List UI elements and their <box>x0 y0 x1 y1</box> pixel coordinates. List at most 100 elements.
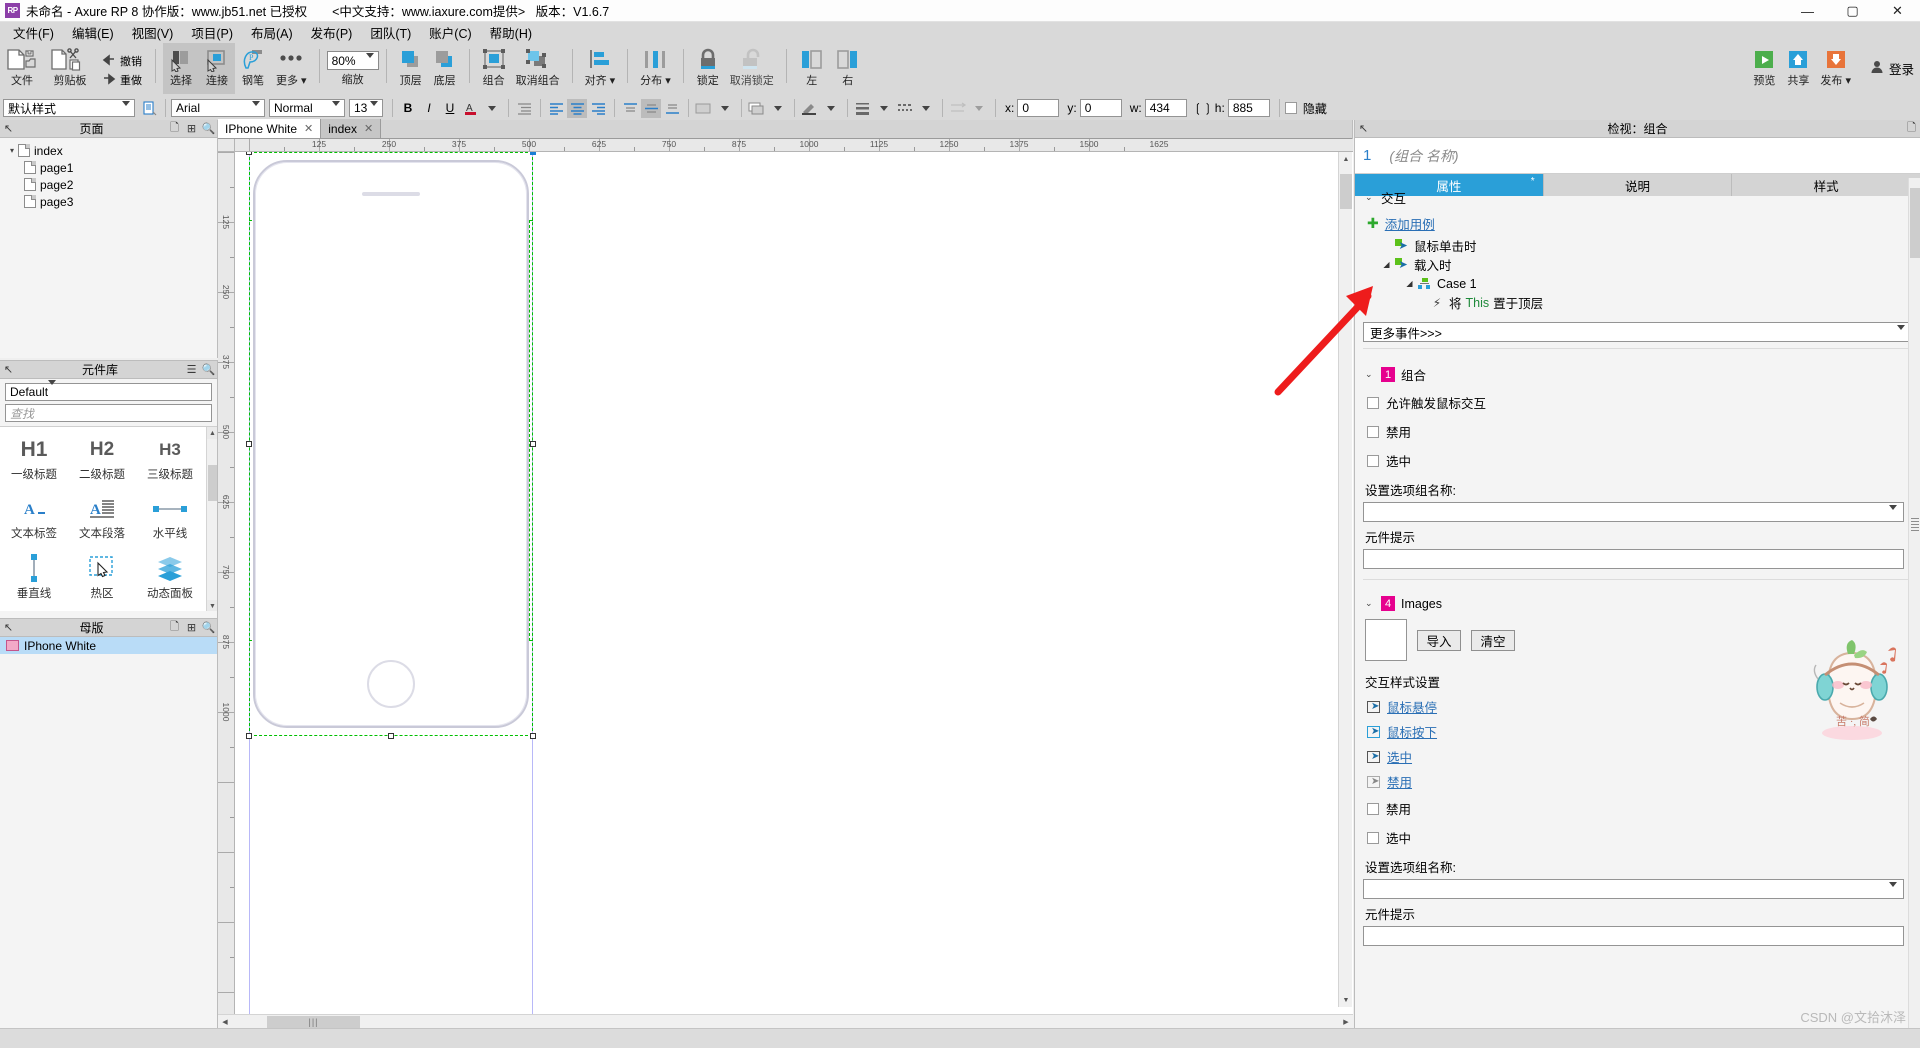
collapse-arrow-icon[interactable]: ↖ <box>0 363 17 376</box>
search-icon[interactable]: 🔍 <box>200 621 217 634</box>
widget-hotspot[interactable]: 热区 <box>68 552 136 609</box>
images-section-header[interactable]: ⌄ 4 Images <box>1363 592 1912 615</box>
toolbar-file-button[interactable]: 文件 <box>0 43 44 94</box>
library-scroll-thumb[interactable] <box>208 465 217 501</box>
hscroll-track[interactable]: ||| <box>232 1015 1339 1029</box>
iphone-white-frame[interactable] <box>253 160 529 728</box>
scroll-right-icon[interactable]: ▶ <box>1339 1015 1353 1029</box>
widget-text-paragraph[interactable]: A 文本段落 <box>68 492 136 549</box>
scroll-down-icon[interactable]: ▼ <box>207 600 217 611</box>
zoom-select[interactable]: 80% <box>326 51 379 72</box>
x-input[interactable]: 0 <box>1017 99 1060 117</box>
event-row-onload[interactable]: ◢ ➤ 载入时 <box>1363 255 1912 274</box>
edit-style-button[interactable] <box>139 99 159 118</box>
resize-handle-bottom-center[interactable] <box>388 733 394 739</box>
maximize-button[interactable]: ▢ <box>1830 0 1875 22</box>
line-color-button[interactable] <box>800 99 820 118</box>
valign-bottom-button[interactable] <box>662 99 682 118</box>
italic-button[interactable]: I <box>419 99 439 118</box>
scroll-up-icon[interactable]: ▲ <box>1339 152 1353 166</box>
resize-handle-mid-left[interactable] <box>246 441 252 447</box>
toolbar-more-tools-button[interactable]: 更多 ▾ <box>271 43 312 94</box>
add-folder-icon[interactable]: ⊞ <box>183 122 200 135</box>
interaction-section-header[interactable]: ⌄ 交互 <box>1363 184 1912 211</box>
font-weight-select[interactable]: Normal <box>269 99 345 120</box>
tab-index[interactable]: index ✕ <box>321 119 382 138</box>
widget-h2[interactable]: H2 二级标题 <box>68 433 136 490</box>
page-item-index[interactable]: ▾ index <box>0 142 217 159</box>
close-icon[interactable]: ✕ <box>364 122 373 135</box>
resize-handle-top-right[interactable] <box>530 152 536 155</box>
search-icon[interactable]: 🔍 <box>200 363 217 376</box>
checkbox-row-images-selected[interactable]: 选中 <box>1363 823 1912 852</box>
canvas-horizontal-scrollbar[interactable]: ◀ ||| ▶ <box>218 1014 1353 1028</box>
w-input[interactable]: 434 <box>1144 99 1187 117</box>
toolbar-left-panel-button[interactable]: 左 <box>794 43 830 94</box>
font-family-select[interactable]: Arial <box>171 99 265 120</box>
option-group-select[interactable] <box>1363 502 1904 524</box>
font-color-button[interactable]: A <box>461 99 481 118</box>
toolbar-align-button[interactable]: 对齐 ▾ <box>580 43 621 94</box>
checkbox-row-disabled[interactable]: 禁用 <box>1363 417 1912 446</box>
page-item-page2[interactable]: page2 <box>0 176 217 193</box>
canvas-vertical-scrollbar[interactable]: ▲ ▼ <box>1338 152 1352 1007</box>
toolbar-distribute-button[interactable]: 分布 ▾ <box>635 43 676 94</box>
collapse-arrow-icon[interactable]: ↖ <box>1355 122 1372 135</box>
widget-name-input[interactable]: (组合 名称) <box>1389 146 1458 166</box>
checkbox-row-allow-mouse[interactable]: 允许触发鼠标交互 <box>1363 388 1912 417</box>
widget-text-label[interactable]: A 文本标签 <box>0 492 68 549</box>
horizontal-ruler[interactable]: 125 250 375 500 625 750 875 1000 1125 1250 1375 150… <box>235 139 1353 152</box>
menu-item-publish[interactable]: 发布(P) <box>302 21 362 44</box>
widget-horizontal-line[interactable]: 水平线 <box>136 492 204 549</box>
image-preview-box[interactable] <box>1365 619 1407 661</box>
toolbar-unlock-button[interactable]: 取消锁定 <box>725 43 779 94</box>
library-options-icon[interactable]: ☰ <box>183 363 200 376</box>
line-width-button[interactable] <box>853 99 873 118</box>
scroll-down-icon[interactable]: ▼ <box>1339 993 1353 1007</box>
toolbar-login-button[interactable]: 登录 <box>1870 43 1914 78</box>
bold-button[interactable]: B <box>398 99 418 118</box>
toolbar-bring-to-front-button[interactable]: 顶层 <box>394 43 428 94</box>
twisty-icon[interactable]: ▾ <box>6 146 18 155</box>
line-width-dropdown[interactable] <box>874 99 894 118</box>
toolbar-pen-tool[interactable]: P 钢笔 <box>235 43 271 94</box>
event-row-case1[interactable]: ◢ Case 1 <box>1363 274 1912 293</box>
search-icon[interactable]: 🔍 <box>200 122 217 135</box>
canvas-vscroll-thumb[interactable] <box>1340 174 1352 209</box>
widget-vertical-line[interactable]: 垂直线 <box>0 552 68 609</box>
line-style-button[interactable] <box>895 99 915 118</box>
scroll-left-icon[interactable]: ◀ <box>218 1015 232 1029</box>
group-section-header[interactable]: ⌄ 1 组合 <box>1363 361 1912 388</box>
images-option-group-select[interactable] <box>1363 879 1904 901</box>
toolbar-lock-button[interactable]: 锁定 <box>691 43 725 94</box>
checkbox[interactable] <box>1367 831 1379 844</box>
resize-handle-mid-right[interactable] <box>530 441 536 447</box>
toolbar-connect-tool[interactable]: 连接 <box>199 43 235 94</box>
master-item-iphone-white[interactable]: IPhone White <box>0 637 217 654</box>
toolbar-preview-button[interactable]: 预览 <box>1747 43 1781 94</box>
menu-item-file[interactable]: 文件(F) <box>4 21 63 44</box>
page-item-page1[interactable]: page1 <box>0 159 217 176</box>
checkbox-row-selected[interactable]: 选中 <box>1363 446 1912 475</box>
add-case-button[interactable]: ✚ 添加用例 <box>1363 211 1912 236</box>
arrow-style-button[interactable] <box>948 99 968 118</box>
canvas-surface[interactable] <box>235 152 1353 1028</box>
clear-image-button[interactable]: 清空 <box>1471 629 1515 651</box>
h-input[interactable]: 885 <box>1227 99 1270 117</box>
checkbox[interactable] <box>1367 454 1379 467</box>
toolbar-ungroup-button[interactable]: 取消组合 <box>511 43 565 94</box>
toolbar-share-button[interactable]: 共享 <box>1781 43 1815 94</box>
twisty-icon[interactable]: ◢ <box>1403 279 1416 288</box>
toolbar-publish-button[interactable]: 发布 ▾ <box>1815 43 1856 94</box>
toolbar-clipboard-button[interactable]: 剪贴板 <box>44 43 96 94</box>
inspector-scroll-thumb[interactable] <box>1910 188 1920 258</box>
library-scrollbar[interactable]: ▲ ▼ <box>206 427 217 611</box>
toolbar-undo-button[interactable]: 撤销 <box>96 52 148 71</box>
collapse-arrow-icon[interactable]: ↖ <box>0 621 17 634</box>
library-select[interactable]: Default <box>5 380 212 401</box>
vertical-ruler[interactable]: 125 250 375 500 625 750 875 1000 <box>218 152 235 1028</box>
canvas-hscroll-thumb[interactable]: ||| <box>267 1015 360 1028</box>
style-link-disabled[interactable]: ➤ 禁用 <box>1363 769 1912 794</box>
shadow-dropdown[interactable] <box>768 99 788 118</box>
hide-checkbox[interactable] <box>1284 102 1297 114</box>
